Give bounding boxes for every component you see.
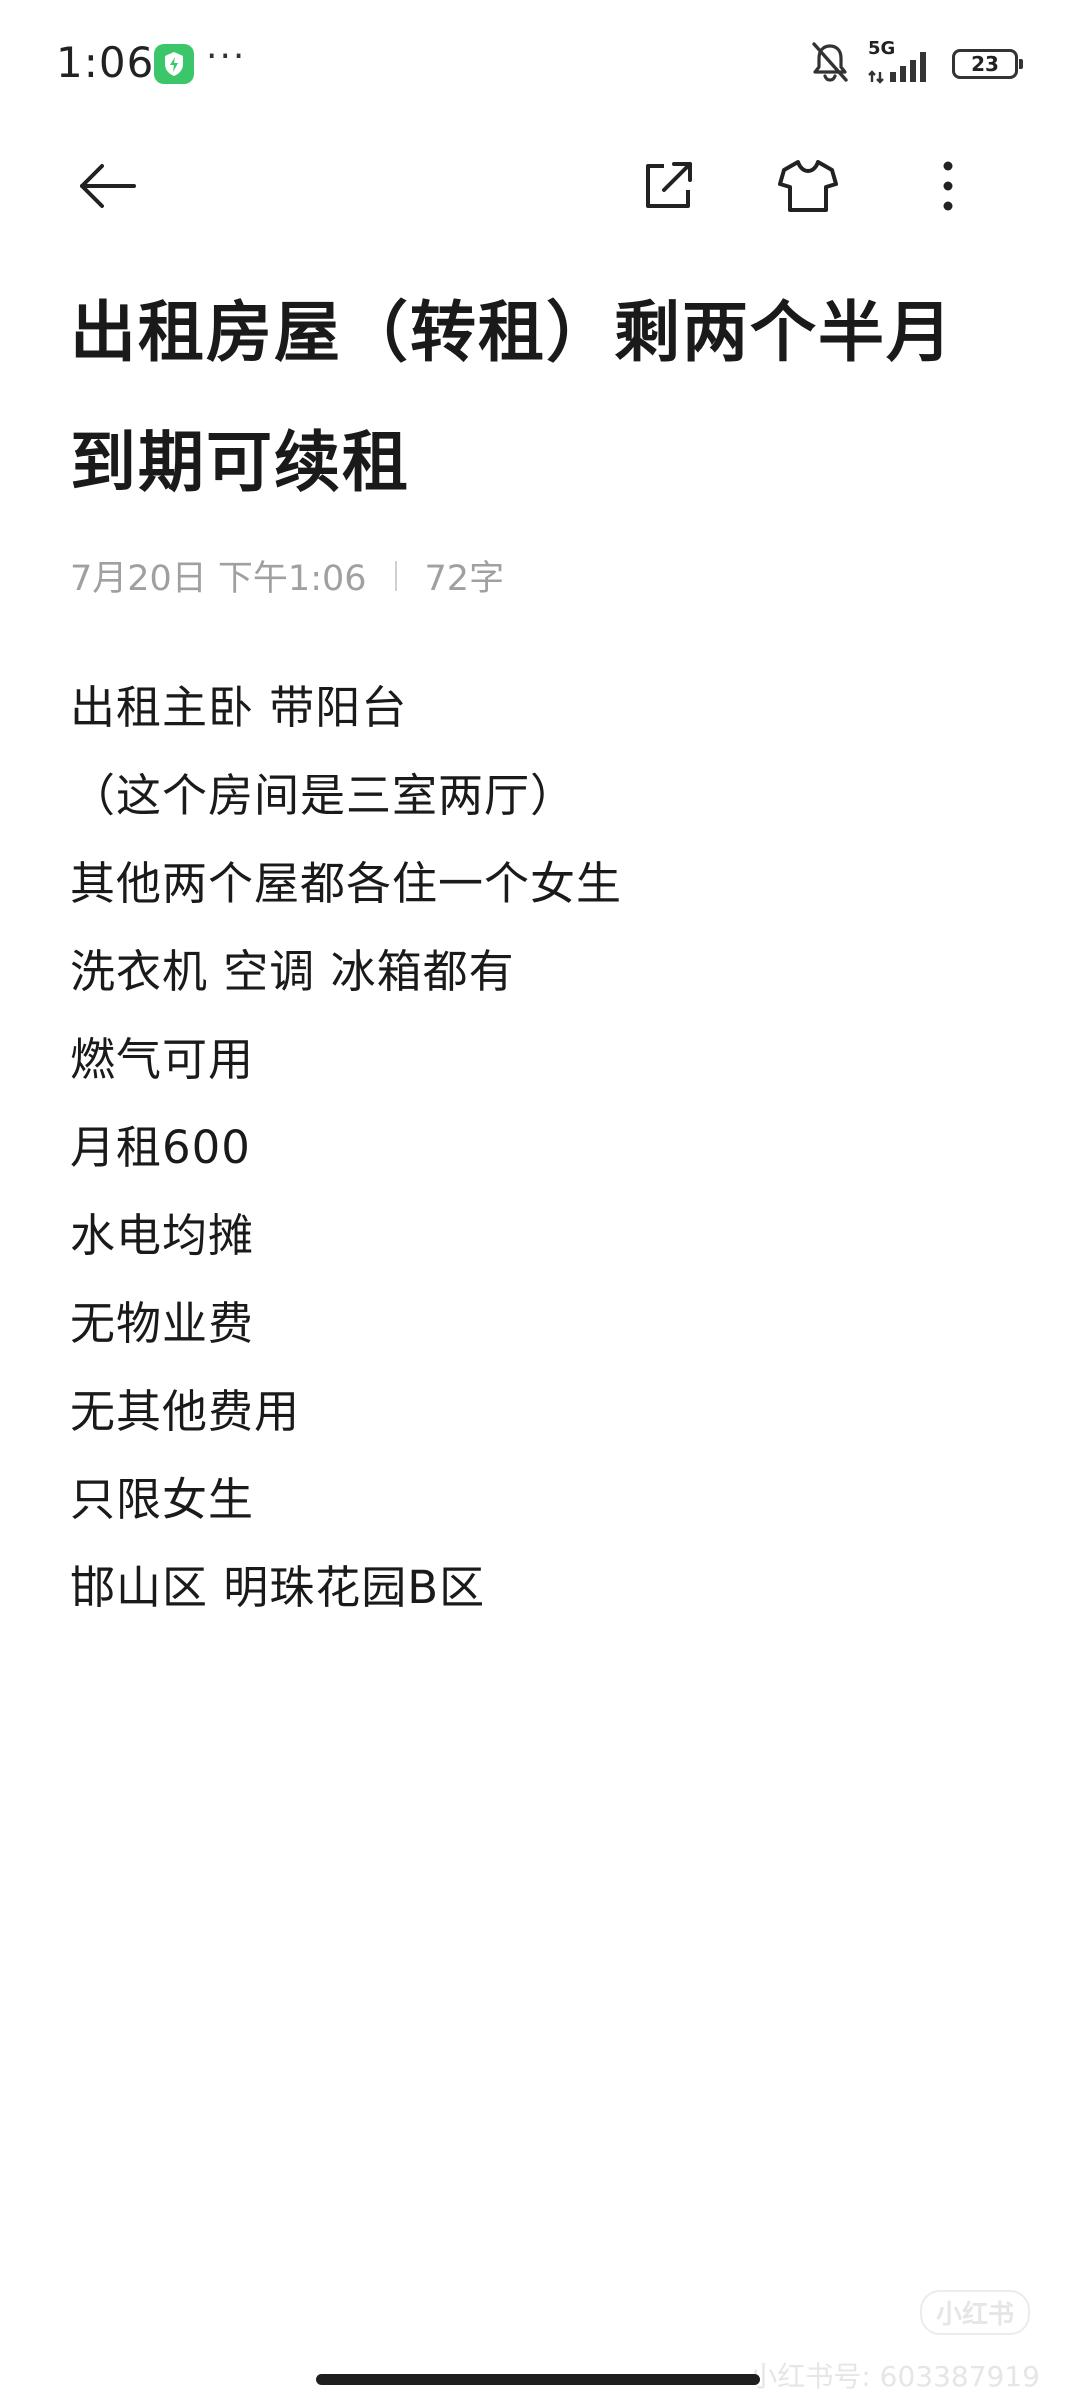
mute-bell-icon <box>810 40 850 88</box>
note-word-count: 72字 <box>424 559 505 599</box>
note-line: 邯山区 明珠花园B区 <box>70 1561 486 1614</box>
note-meta: 7月20日 下午1:06 72字 <box>70 550 504 601</box>
note-line: 只限女生 <box>70 1473 255 1526</box>
note-date: 7月20日 下午1:06 <box>70 559 367 599</box>
theme-button[interactable] <box>772 150 844 222</box>
battery-saver-app-icon <box>154 44 194 84</box>
status-more-icon: ··· <box>206 36 247 77</box>
note-line: 无物业费 <box>70 1297 255 1350</box>
battery-icon: 23 <box>952 49 1023 79</box>
note-line: 其他两个屋都各住一个女生 <box>70 857 623 910</box>
share-icon <box>646 162 692 208</box>
battery-level: 23 <box>971 52 999 76</box>
more-options-button[interactable] <box>912 150 984 222</box>
share-button[interactable] <box>632 150 704 222</box>
watermark: 小红书 小红书号: 603387919 <box>749 2290 1040 2395</box>
status-time: 1:06 <box>56 38 155 87</box>
note-line: 水电均摊 <box>70 1209 255 1262</box>
note-line: 洗衣机 空调 冰箱都有 <box>70 945 515 998</box>
watermark-id: 小红书号: 603387919 <box>749 2360 1040 2393</box>
more-vertical-icon <box>943 161 953 211</box>
note-body[interactable]: 出租主卧 带阳台 （这个房间是三室两厅） 其他两个屋都各住一个女生 洗衣机 空调… <box>70 664 1010 1632</box>
arrow-left-icon <box>80 164 136 208</box>
status-indicators: 5G 23 <box>810 38 1023 88</box>
note-line: 月租600 <box>70 1121 251 1174</box>
status-bar: 1:06 ··· 5G 23 <box>0 0 1080 130</box>
meta-divider <box>394 560 397 591</box>
note-line: 无其他费用 <box>70 1385 301 1438</box>
watermark-logo: 小红书 <box>919 2290 1030 2335</box>
note-line: 燃气可用 <box>70 1033 255 1086</box>
back-button[interactable] <box>72 150 144 222</box>
tshirt-icon <box>778 160 838 212</box>
note-line: 出租主卧 带阳台 <box>70 681 408 734</box>
note-toolbar <box>0 130 1080 240</box>
note-line: （这个房间是三室两厅） <box>70 769 577 822</box>
home-indicator[interactable] <box>316 2374 760 2385</box>
cellular-signal-icon: 5G <box>868 38 934 86</box>
note-title[interactable]: 出租房屋（转租）剩两个半月到期可续租 <box>70 268 1010 528</box>
